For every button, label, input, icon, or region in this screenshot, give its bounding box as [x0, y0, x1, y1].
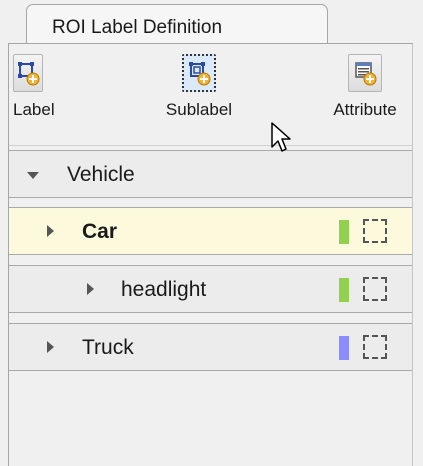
expand-caret-icon[interactable] — [87, 283, 94, 295]
expand-caret-icon[interactable] — [47, 341, 54, 353]
rectangle-roi-icon — [363, 335, 387, 359]
toolbar-divider — [9, 145, 412, 146]
rectangle-roi-icon — [363, 277, 387, 301]
label-color-swatch — [339, 336, 349, 360]
roi-label-panel: Label Sublabel Attribute Vehicle Car hea… — [8, 44, 413, 466]
label-button[interactable]: Label — [9, 54, 55, 120]
sublabel-button[interactable]: Sublabel — [149, 54, 249, 120]
tab-strip: ROI Label Definition — [0, 0, 423, 44]
rectangle-roi-icon — [363, 219, 387, 243]
tree-row-label: Car — [82, 220, 118, 243]
label-color-swatch — [339, 278, 349, 302]
tree-row-truck[interactable]: Truck — [9, 323, 412, 371]
add-sublabel-icon — [182, 54, 216, 92]
toolbar: Label Sublabel Attribute — [9, 44, 412, 146]
add-label-icon — [13, 54, 43, 92]
tab-roi-label-definition[interactable]: ROI Label Definition — [26, 4, 328, 44]
tree-row-car[interactable]: Car — [9, 207, 412, 255]
label-button-text: Label — [13, 100, 55, 119]
tree-row-label: headlight — [121, 278, 207, 301]
expand-caret-icon[interactable] — [47, 225, 54, 237]
add-attribute-icon — [348, 54, 382, 92]
tree-row-label: Vehicle — [67, 163, 135, 186]
sublabel-button-text: Sublabel — [165, 100, 233, 119]
mouse-pointer-icon — [270, 121, 294, 160]
attribute-button-text: Attribute — [333, 100, 397, 119]
tab-title: ROI Label Definition — [52, 17, 223, 38]
label-color-swatch — [339, 220, 349, 244]
collapse-caret-icon[interactable] — [27, 172, 39, 179]
tree-row-label: Truck — [82, 336, 134, 359]
tree-row-vehicle[interactable]: Vehicle — [9, 150, 412, 198]
tree-row-headlight[interactable]: headlight — [9, 265, 412, 313]
attribute-button[interactable]: Attribute — [319, 54, 411, 120]
